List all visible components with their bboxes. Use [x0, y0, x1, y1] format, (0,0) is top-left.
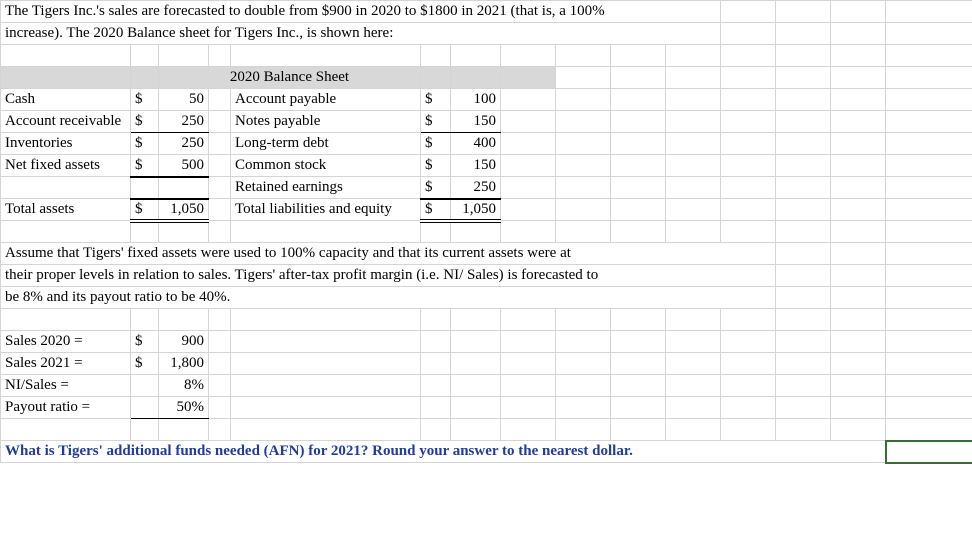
label-net-fixed-assets: Net fixed assets — [1, 155, 131, 177]
currency-symbol: $ — [131, 353, 159, 375]
label-cash: Cash — [1, 89, 131, 111]
value-notes-payable: 150 — [451, 111, 501, 133]
value-account-receivable: 250 — [159, 111, 209, 133]
currency-symbol: $ — [421, 155, 451, 177]
value-sales-2020: 900 — [159, 331, 209, 353]
value-sales-2021: 1,800 — [159, 353, 209, 375]
currency-symbol: $ — [421, 111, 451, 133]
label-long-term-debt: Long-term debt — [231, 133, 421, 155]
value-cash: 50 — [159, 89, 209, 111]
value-retained-earnings: 250 — [451, 177, 501, 199]
assumption-line-3: be 8% and its payout ratio to be 40%. — [1, 287, 776, 309]
assumption-line-2: their proper levels in relation to sales… — [1, 265, 776, 287]
value-common-stock: 150 — [451, 155, 501, 177]
value-long-term-debt: 400 — [451, 133, 501, 155]
label-payout-ratio: Payout ratio = — [1, 397, 131, 419]
spreadsheet-grid: The Tigers Inc.'s sales are forecasted t… — [0, 0, 972, 464]
label-account-payable: Account payable — [231, 89, 421, 111]
answer-input-cell[interactable] — [886, 441, 972, 463]
currency-symbol: $ — [131, 89, 159, 111]
label-sales-2021: Sales 2021 = — [1, 353, 131, 375]
currency-symbol: $ — [131, 133, 159, 155]
label-account-receivable: Account receivable — [1, 111, 131, 133]
intro-line-2: increase). The 2020 Balance sheet for Ti… — [1, 23, 721, 45]
currency-symbol: $ — [421, 133, 451, 155]
question-text: What is Tigers' additional funds needed … — [1, 441, 886, 463]
currency-symbol: $ — [131, 331, 159, 353]
label-sales-2020: Sales 2020 = — [1, 331, 131, 353]
assumption-line-1: Assume that Tigers' fixed assets were us… — [1, 243, 776, 265]
currency-symbol: $ — [421, 89, 451, 111]
currency-symbol: $ — [131, 155, 159, 177]
value-inventories: 250 — [159, 133, 209, 155]
value-payout-ratio: 50% — [159, 397, 209, 419]
label-retained-earnings: Retained earnings — [231, 177, 421, 199]
value-net-fixed-assets: 500 — [159, 155, 209, 177]
currency-symbol: $ — [421, 177, 451, 199]
currency-symbol: $ — [421, 199, 451, 221]
value-total-assets: 1,050 — [159, 199, 209, 221]
value-ni-sales: 8% — [159, 375, 209, 397]
value-account-payable: 100 — [451, 89, 501, 111]
label-notes-payable: Notes payable — [231, 111, 421, 133]
label-ni-sales: NI/Sales = — [1, 375, 131, 397]
value-total-liab-equity: 1,050 — [451, 199, 501, 221]
label-common-stock: Common stock — [231, 155, 421, 177]
label-total-liab-equity: Total liabilities and equity — [231, 199, 421, 221]
balance-sheet-title: 2020 Balance Sheet — [159, 67, 421, 89]
label-total-assets: Total assets — [1, 199, 131, 221]
currency-symbol: $ — [131, 199, 159, 221]
intro-line-1: The Tigers Inc.'s sales are forecasted t… — [1, 1, 721, 23]
label-inventories: Inventories — [1, 133, 131, 155]
currency-symbol: $ — [131, 111, 159, 133]
